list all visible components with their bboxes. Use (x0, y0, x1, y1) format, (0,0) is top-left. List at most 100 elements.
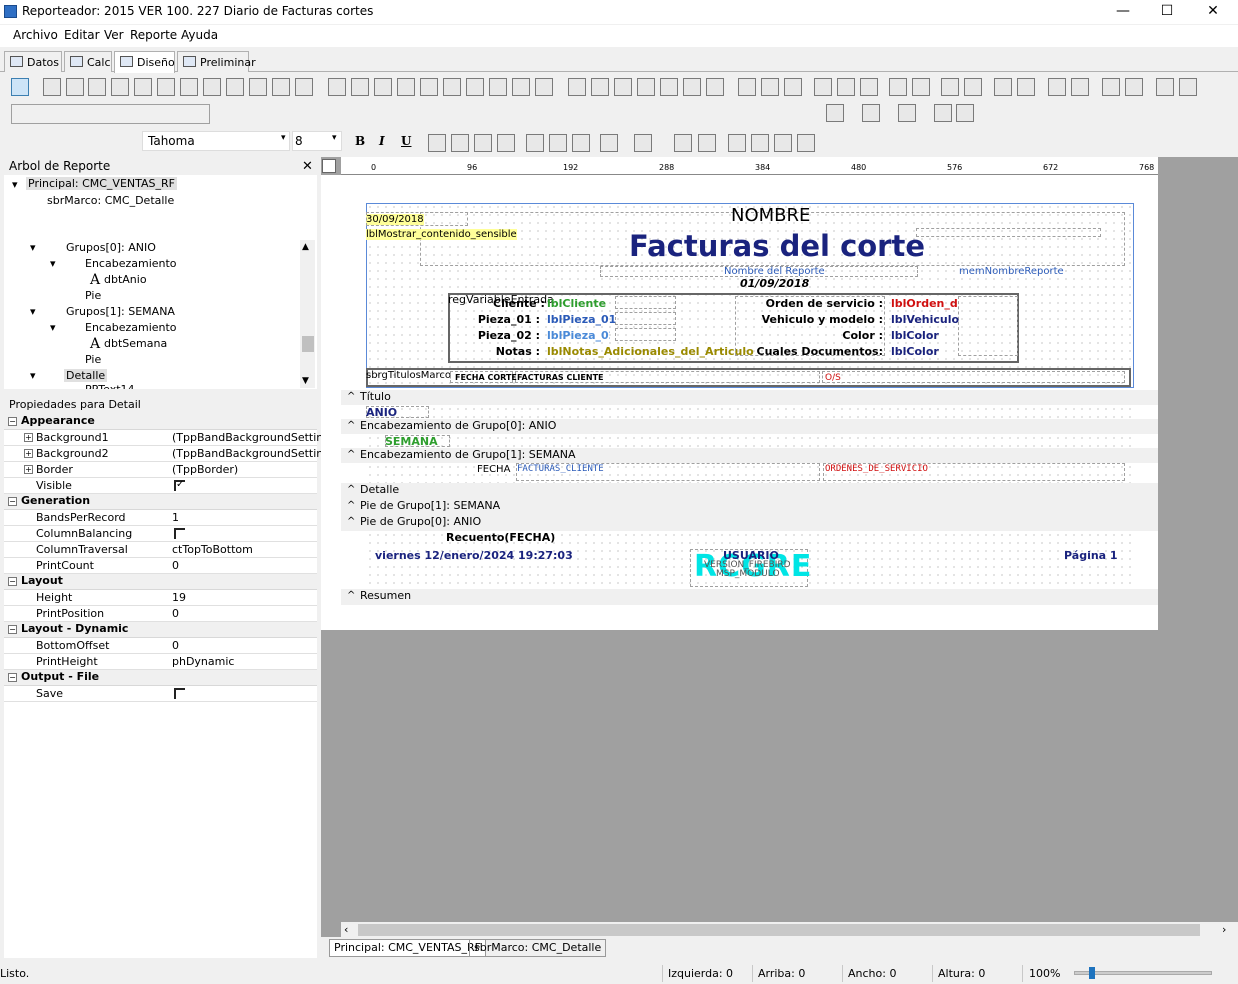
expand-icon[interactable]: + (24, 449, 33, 458)
richtext-tool-icon[interactable] (88, 78, 106, 96)
close-icon[interactable]: ✕ (302, 159, 313, 174)
paste-format-icon[interactable] (797, 134, 815, 152)
tree-item-grupo0[interactable]: Grupos[0]: ANIO (66, 241, 156, 254)
shapes-tool-icon[interactable] (706, 78, 724, 96)
align-middle-icon[interactable] (837, 78, 855, 96)
maximize-button[interactable]: ☐ (1144, 0, 1190, 24)
prop-value[interactable]: 19 (172, 591, 186, 604)
prop-row[interactable]: + Background1 (TppBandBackgroundSettings) (4, 430, 340, 446)
date2-label[interactable]: 01/09/2018 (740, 277, 809, 290)
nombre-label[interactable]: NOMBRE (731, 205, 810, 226)
scroll-thumb[interactable] (302, 336, 314, 352)
prop-category-appearance[interactable]: − Appearance (4, 414, 317, 430)
g1-ordenes-field[interactable]: ORDENES_DE_SERVICIO (825, 464, 928, 474)
dbcheckbox-tool-icon[interactable] (512, 78, 530, 96)
chevron-down-icon[interactable]: ▾ (281, 133, 286, 143)
tree-expander-icon[interactable]: ▾ (50, 257, 56, 270)
tree-item-pie0[interactable]: Pie (85, 289, 101, 302)
line-tool-icon[interactable] (203, 78, 221, 96)
dbmisc-tool-icon[interactable] (535, 78, 553, 96)
crosstab-tool-icon[interactable] (614, 78, 632, 96)
band-encabezamiento-grupo1[interactable]: ^ Encabezamiento de Grupo[1]: SEMANA (341, 448, 1158, 463)
recuento-field[interactable]: Recuento(FECHA) (446, 531, 555, 544)
region-tool-icon[interactable] (568, 78, 586, 96)
notas-label[interactable]: Notas : (480, 345, 540, 358)
tree-item-grupo1[interactable]: Grupos[1]: SEMANA (66, 305, 175, 318)
anio-field[interactable]: ANIO (366, 406, 397, 419)
mem-report-name[interactable]: memNombreReporte (959, 266, 1064, 277)
checkbox-icon[interactable] (174, 528, 185, 539)
band-titulo[interactable]: ^ Título (341, 390, 1158, 405)
pieza01-label[interactable]: Pieza_01 : (470, 313, 540, 326)
report-title[interactable]: Facturas del corte (629, 229, 925, 263)
tree-item-pptext14[interactable]: PPText14 (85, 383, 135, 389)
variable-tool-icon[interactable] (134, 78, 152, 96)
report-name-label[interactable]: Nombre del Reporte (724, 266, 825, 277)
chevron-left-icon[interactable]: ‹ (344, 923, 348, 936)
ruler-toggle-icon[interactable] (322, 159, 336, 173)
chevron-up-icon[interactable]: ^ (347, 589, 355, 603)
menu-archivo[interactable]: Archivo (13, 28, 58, 42)
prop-category-layout-dynamic[interactable]: − Layout - Dynamic (4, 622, 317, 638)
menu-ayuda[interactable]: Ayuda (181, 28, 218, 42)
dbmemo-tool-icon[interactable] (351, 78, 369, 96)
prop-value[interactable]: (TppBandBackgroundSettings) (172, 431, 340, 444)
prop-value[interactable]: 0 (172, 607, 179, 620)
col-facturas-cliente[interactable]: FACTURAS CLIENTE (517, 373, 604, 382)
collapse-icon[interactable]: − (8, 497, 17, 506)
barcode-tool-icon[interactable] (249, 78, 267, 96)
grow-icon[interactable] (1048, 78, 1066, 96)
font-name-select[interactable]: Tahoma (142, 131, 290, 151)
prop-row[interactable]: PrintCount 0 (4, 558, 317, 574)
text-align-center-icon[interactable] (451, 134, 469, 152)
collapse-icon[interactable]: − (8, 673, 17, 682)
chevron-down-icon[interactable]: ▼ (302, 376, 309, 386)
tree-item-encabezamiento1[interactable]: Encabezamiento (85, 321, 177, 334)
color-value[interactable]: lblColor (891, 329, 939, 342)
chart-tool-icon[interactable] (226, 78, 244, 96)
documentos-value[interactable]: lblColor (891, 345, 939, 358)
memo-tool-icon[interactable] (66, 78, 84, 96)
center-vert-icon[interactable] (1017, 78, 1035, 96)
prop-value[interactable]: (TppBorder) (172, 463, 238, 476)
chevron-up-icon[interactable]: ^ (347, 483, 355, 497)
prop-row[interactable]: Save (4, 686, 317, 702)
menu-ver[interactable]: Ver (104, 28, 124, 42)
pagebreak-tool-icon[interactable] (637, 78, 655, 96)
nudge-left-icon[interactable] (1156, 78, 1174, 96)
fill-color-icon[interactable] (826, 104, 844, 122)
prop-value[interactable]: (TppBandBackgroundSettings) (172, 447, 340, 460)
dbimage-tool-icon[interactable] (420, 78, 438, 96)
valign-top-icon[interactable] (526, 134, 544, 152)
select-tool-icon[interactable] (11, 78, 29, 96)
orden-value[interactable]: lblOrden_d (891, 297, 958, 310)
band-resumen[interactable]: ^ Resumen (341, 589, 1158, 605)
pieza02-label[interactable]: Pieza_02 : (470, 329, 540, 342)
checkbox-tool-icon[interactable] (295, 78, 313, 96)
line-thickness-icon[interactable] (934, 104, 952, 122)
orden-label[interactable]: Orden de servicio : (745, 297, 883, 310)
align-center-icon[interactable] (761, 78, 779, 96)
footer-date[interactable]: viernes 12/enero/2024 19:27:03 (375, 549, 573, 562)
prop-row[interactable]: PrintPosition 0 (4, 606, 317, 622)
col-fecha-corte[interactable]: FECHA CORTE (455, 373, 517, 382)
pagina-field[interactable]: Página 1 (1064, 549, 1118, 562)
band-detalle[interactable]: ^ Detalle (341, 483, 1158, 499)
prop-row[interactable]: + Border (TppBorder) (4, 462, 317, 478)
calc-tool-icon[interactable] (111, 78, 129, 96)
tree-expander-icon[interactable]: ▾ (12, 178, 18, 191)
tab-principal[interactable]: Principal: CMC_VENTAS_RF (329, 939, 486, 957)
prop-value[interactable]: 0 (172, 639, 179, 652)
tree-item-dbtsemana[interactable]: dbtSemana (104, 337, 167, 350)
prop-row[interactable]: PrintHeight phDynamic (4, 654, 317, 670)
italic-button[interactable]: I (379, 134, 385, 148)
dbbarcode-tool-icon[interactable] (443, 78, 461, 96)
tab-calc[interactable]: Calc (64, 51, 112, 72)
prop-row[interactable]: Visible ✓ (4, 478, 317, 494)
nudge-right-icon[interactable] (1179, 78, 1197, 96)
tree-item-sbrmarco[interactable]: sbrMarco: CMC_Detalle (47, 194, 174, 207)
chevron-up-icon[interactable]: ^ (347, 390, 355, 404)
send-back-icon[interactable] (1125, 78, 1143, 96)
prop-category-output-file[interactable]: − Output - File (4, 670, 317, 686)
text-align-left-icon[interactable] (428, 134, 446, 152)
